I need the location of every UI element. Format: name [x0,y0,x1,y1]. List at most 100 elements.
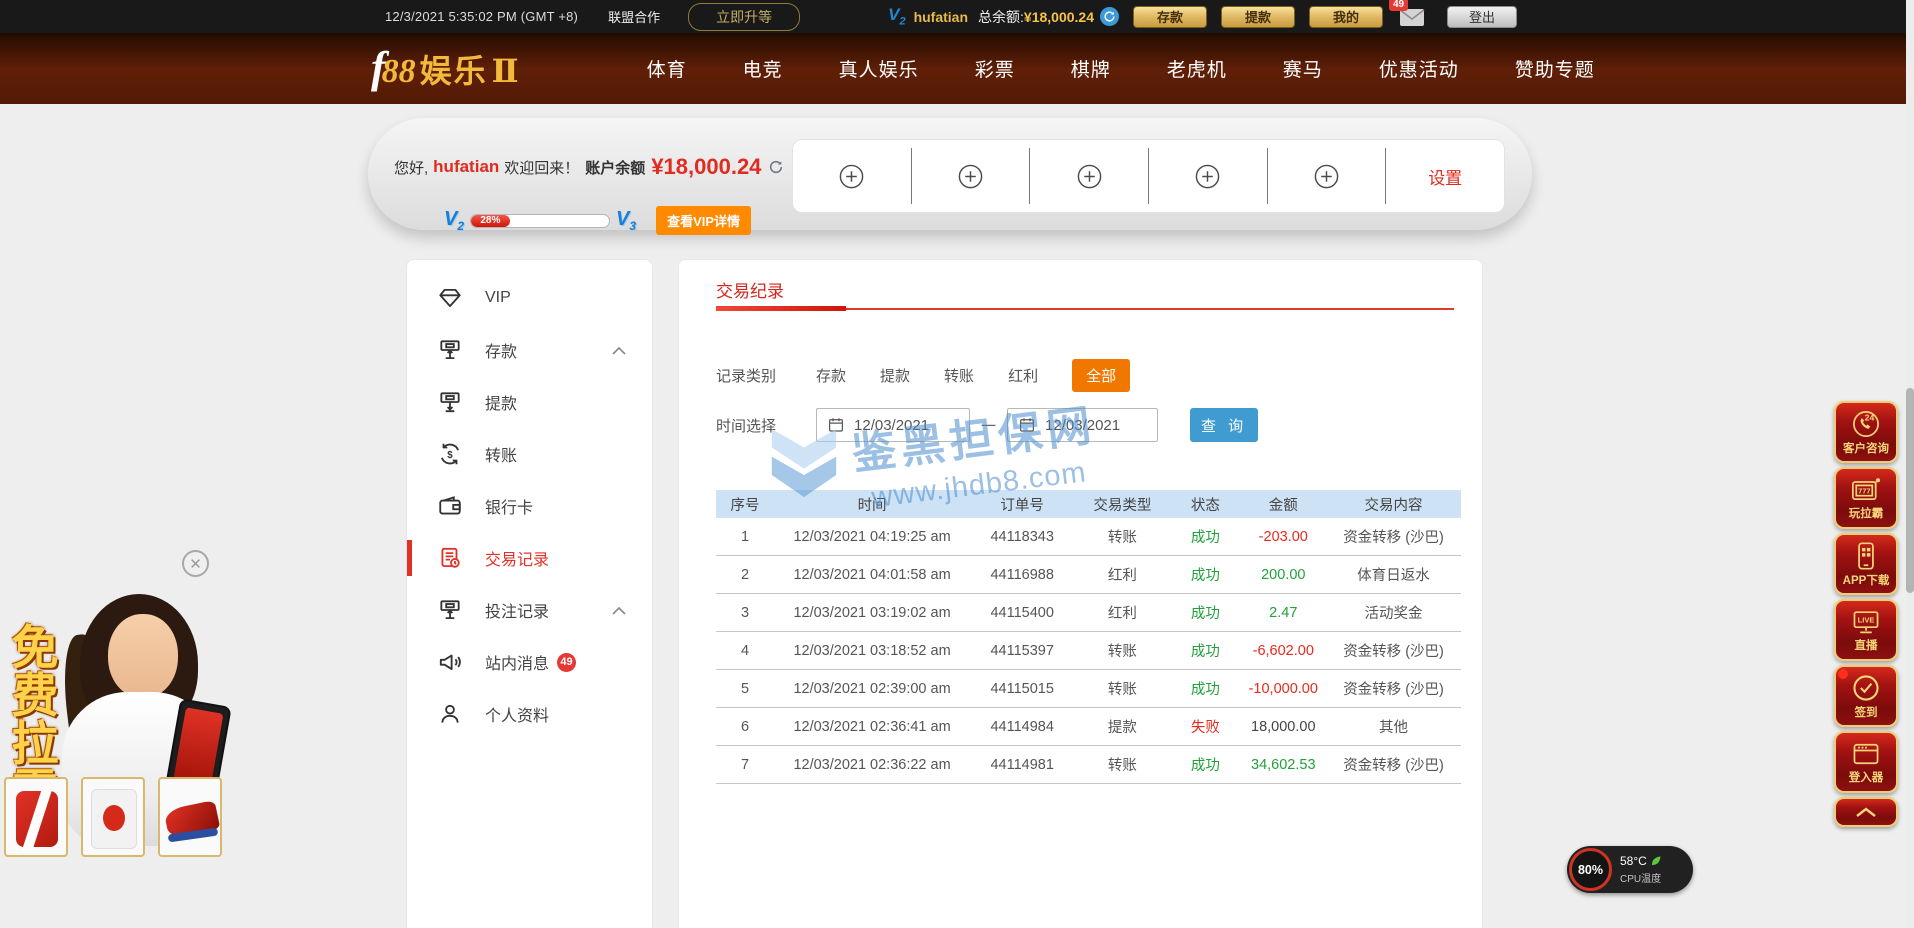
chevron-up-icon [612,346,626,355]
smartphone-icon [1852,541,1880,571]
scrollbar-track[interactable] [1906,0,1914,928]
nav-item-live-casino[interactable]: 真人娱乐 [839,55,919,82]
logout-button[interactable]: 登出 [1447,6,1517,28]
promo-close-button[interactable]: ✕ [182,550,209,577]
calendar-icon [1018,416,1036,434]
transaction-panel: 交易纪录 记录类别 存款 提款 转账 红利 全部 时间选择 12/03/2021… [678,259,1483,928]
product-thumbnail[interactable] [81,777,145,857]
slot-machine-icon: 777 [1850,476,1882,504]
settings-button[interactable]: 设置 [1386,148,1504,204]
upgrade-button[interactable]: 立即升等 [688,3,800,31]
dock-collapse-button[interactable] [1834,797,1898,827]
quick-add-button-4[interactable] [1149,148,1268,204]
check-circle-icon [1851,673,1881,703]
leaf-icon [1650,855,1662,867]
record-type-filters: 记录类别 存款 提款 转账 红利 全部 [716,359,1130,392]
nav-item-board-games[interactable]: 棋牌 [1071,55,1111,82]
query-button[interactable]: 查 询 [1190,408,1258,442]
nav-item-horse-racing[interactable]: 赛马 [1283,55,1323,82]
date-label: 时间选择 [716,415,776,436]
deposit-machine-icon [437,337,463,363]
notification-dot [1838,669,1848,679]
sidebar-item-deposit[interactable]: 存款 [407,324,652,376]
date-range-row: 时间选择 12/03/2021 一 12/03/2021 查 询 [716,408,1258,442]
svg-text:$: $ [447,450,453,461]
nav-item-lottery[interactable]: 彩票 [975,55,1015,82]
quick-add-button-3[interactable] [1030,148,1149,204]
sidebar-item-messages[interactable]: 站内消息 49 [407,636,652,688]
filter-bonus[interactable]: 红利 [1008,365,1038,386]
person-icon [437,701,463,727]
filter-deposit[interactable]: 存款 [816,365,846,386]
betting-record-icon [437,597,463,623]
dock-slots-button[interactable]: 777 玩拉霸 [1834,467,1898,529]
date-from-input[interactable]: 12/03/2021 [816,408,970,442]
date-to-input[interactable]: 12/03/2021 [1007,408,1158,442]
quick-add-button-2[interactable] [912,148,1031,204]
sidebar-item-bank-card[interactable]: 银行卡 [407,480,652,532]
refresh-balance-icon[interactable] [1100,7,1119,26]
diamond-icon [437,285,463,311]
wallet-icon [437,493,463,519]
messages-icon[interactable]: 49 [1399,7,1425,27]
tab-transaction-records[interactable]: 交易纪录 [716,277,784,302]
dock-live-stream-button[interactable]: LIVE 直播 [1834,599,1898,661]
vip-progress-row: V2 28% V3 查看VIP详情 [444,206,751,235]
topbar-balance-label: 总余额: [978,7,1024,27]
nav-item-slots[interactable]: 老虎机 [1167,55,1227,82]
quick-add-button-5[interactable] [1268,148,1387,204]
active-indicator [407,540,412,576]
messages-count-badge: 49 [557,653,576,672]
sidebar-item-transaction-records[interactable]: 交易记录 [407,532,652,584]
withdraw-button[interactable]: 提款 [1221,6,1295,28]
vip-details-button[interactable]: 查看VIP详情 [656,206,751,235]
dock-app-download-button[interactable]: APP下载 [1834,533,1898,595]
sidebar-item-profile[interactable]: 个人资料 [407,688,652,740]
cpu-temp-value: 58°C [1620,854,1647,868]
dock-launcher-button[interactable]: 登入器 [1834,731,1898,793]
topbar: 12/3/2021 5:35:02 PM (GMT +8) 联盟合作 立即升等 … [0,0,1914,33]
refresh-account-icon[interactable] [768,159,784,175]
sidebar: VIP 存款 提款 $ 转账 银行卡 [406,259,653,928]
table-row: 712/03/2021 02:36:22 am44114981转账成功34,60… [716,746,1461,784]
deposit-button[interactable]: 存款 [1133,6,1207,28]
topbar-balance: ¥18,000.24 [1024,9,1094,25]
message-count-badge: 49 [1389,0,1408,11]
product-thumbnail[interactable] [158,777,222,857]
filter-all[interactable]: 全部 [1072,359,1130,392]
promo-banner[interactable]: 免费 拉霸 [0,582,252,928]
my-account-button[interactable]: 我的 [1309,6,1383,28]
nav-item-promotions[interactable]: 优惠活动 [1379,55,1459,82]
cpu-temp-label: CPU温度 [1620,870,1662,885]
scrollbar-thumb[interactable] [1906,388,1914,593]
transaction-record-icon [437,545,463,571]
nav-item-esports[interactable]: 电竞 [743,55,783,82]
vip-level-icon: V2 [888,5,905,27]
sidebar-item-betting-records[interactable]: 投注记录 [407,584,652,636]
nav-item-sports[interactable]: 体育 [647,55,687,82]
site-logo[interactable]: f88娱乐Ⅱ [371,46,519,92]
sidebar-item-vip[interactable]: VIP [407,272,652,324]
main-nav: f88娱乐Ⅱ 体育 电竞 真人娱乐 彩票 棋牌 老虎机 赛马 优惠活动 赞助专题 [0,33,1914,104]
filter-withdraw[interactable]: 提款 [880,365,910,386]
greeting: 您好, hufatian 欢迎回来！ 账户余额 ¥18,000.24 [394,154,784,180]
table-row: 212/03/2021 04:01:58 am44116988红利成功200.0… [716,556,1461,594]
filter-transfer[interactable]: 转账 [944,365,974,386]
cpu-usage-ring: 80% [1569,848,1612,891]
chevron-up-icon [1855,806,1877,818]
svg-text:24: 24 [1865,412,1875,422]
support-24h-icon: 24 [1851,409,1881,439]
dock-check-in-button[interactable]: 签到 [1834,665,1898,727]
table-row: 312/03/2021 03:19:02 am44115400红利成功2.47活… [716,594,1461,632]
quick-add-button-1[interactable] [793,148,912,204]
browser-window-icon [1851,740,1881,768]
product-thumbnail[interactable] [4,777,68,857]
svg-text:777: 777 [1858,486,1870,495]
sidebar-item-transfer[interactable]: $ 转账 [407,428,652,480]
welcome-strip: 您好, hufatian 欢迎回来！ 账户余额 ¥18,000.24 V2 28… [368,118,1532,230]
tab-underline [716,308,1454,310]
sidebar-item-withdraw[interactable]: 提款 [407,376,652,428]
dock-customer-service-button[interactable]: 24 客户咨询 [1834,401,1898,463]
nav-item-sponsorship[interactable]: 赞助专题 [1515,55,1595,82]
alliance-link[interactable]: 联盟合作 [608,7,660,26]
